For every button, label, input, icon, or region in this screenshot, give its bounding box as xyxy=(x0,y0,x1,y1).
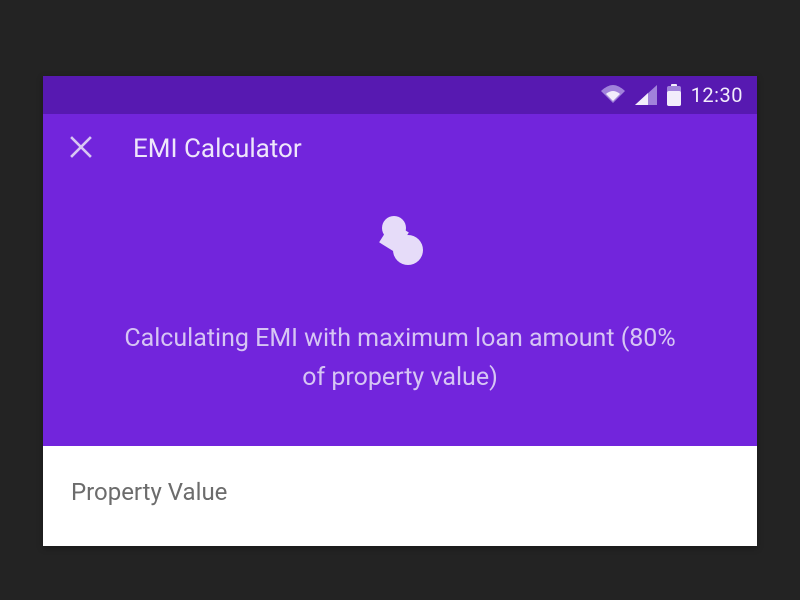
page-title: EMI Calculator xyxy=(133,134,302,164)
loading-message: Calculating EMI with maximum loan amount… xyxy=(120,320,680,398)
wifi-icon xyxy=(601,85,625,105)
property-value-label: Property Value xyxy=(71,478,729,506)
close-button[interactable] xyxy=(65,133,97,165)
status-time: 12:30 xyxy=(691,83,743,107)
app-bar: EMI Calculator xyxy=(43,114,757,184)
device-frame: 12:30 EMI Calculator Calculating EMI wit… xyxy=(43,76,757,546)
cellular-icon xyxy=(635,85,657,105)
battery-icon xyxy=(667,84,681,106)
loading-spinner-icon xyxy=(368,212,432,276)
hero-section: Calculating EMI with maximum loan amount… xyxy=(43,184,757,446)
status-bar: 12:30 xyxy=(43,76,757,114)
form-section: Property Value xyxy=(43,446,757,546)
close-icon xyxy=(70,136,92,162)
